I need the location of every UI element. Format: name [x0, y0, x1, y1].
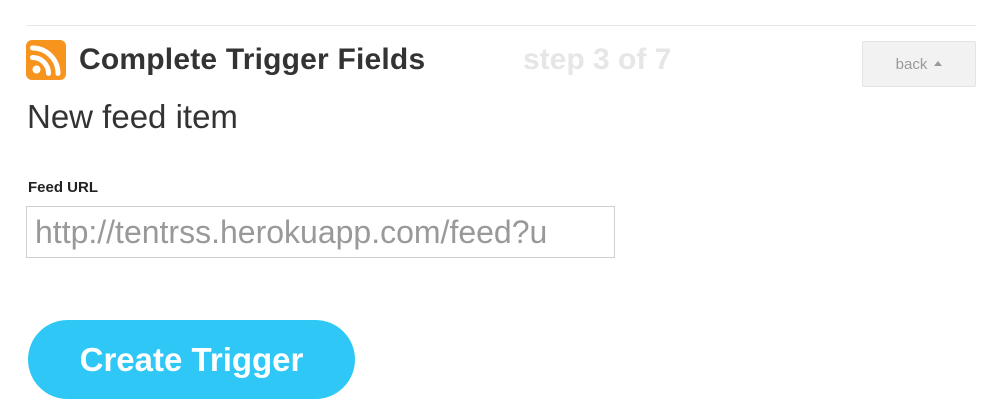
- step-indicator: step 3 of 7: [523, 43, 672, 76]
- create-trigger-button[interactable]: Create Trigger: [28, 320, 355, 399]
- back-button[interactable]: back: [862, 41, 976, 87]
- caret-up-icon: [934, 60, 943, 66]
- feed-url-input[interactable]: [26, 206, 615, 258]
- trigger-name: New feed item: [27, 98, 238, 135]
- page-title: Complete Trigger Fields: [79, 43, 426, 76]
- feed-url-label: Feed URL: [28, 179, 99, 196]
- rss-feed-icon: [26, 40, 66, 80]
- back-button-label: back: [895, 55, 928, 73]
- trigger-fields-page: Complete Trigger Fields step 3 of 7 back…: [0, 0, 991, 415]
- top-divider: [26, 25, 976, 26]
- step-header: Complete Trigger Fields step 3 of 7 back: [26, 40, 976, 87]
